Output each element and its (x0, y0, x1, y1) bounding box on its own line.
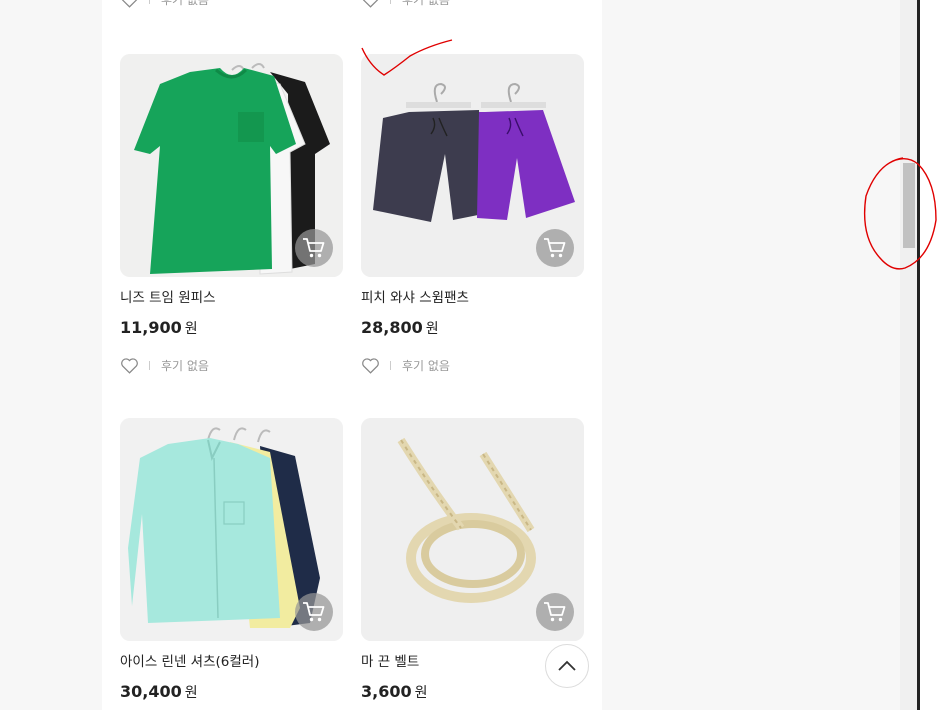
price-amount: 11,900 (120, 318, 182, 337)
currency-label: 원 (414, 685, 428, 701)
divider (149, 360, 150, 370)
product-card[interactable]: 아이스 린넨 셔츠(6컬러) 30,400 원 (120, 418, 343, 703)
cart-icon (544, 238, 566, 258)
scrollbar-track[interactable] (900, 0, 917, 710)
add-to-cart-button[interactable] (536, 229, 574, 267)
product-card[interactable]: 니즈 트임 원피스 11,900 원 후기 없음 (120, 54, 343, 374)
divider (390, 0, 391, 4)
add-to-cart-button[interactable] (295, 593, 333, 631)
product-price: 28,800 원 (361, 318, 584, 339)
product-image-swim-shorts[interactable] (361, 54, 584, 277)
product-name[interactable]: 니즈 트임 원피스 (120, 289, 343, 307)
heart-icon[interactable] (120, 357, 139, 374)
product-price: 30,400 원 (120, 682, 343, 703)
currency-label: 원 (184, 685, 198, 701)
cart-icon (303, 238, 325, 258)
scrollbar-thumb[interactable] (903, 163, 915, 248)
add-to-cart-button[interactable] (536, 593, 574, 631)
scroll-to-top-button[interactable] (545, 644, 589, 688)
divider (390, 360, 391, 370)
product-card[interactable]: 피치 와샤 스윔팬츠 28,800 원 후기 없음 (361, 54, 584, 374)
price-amount: 28,800 (361, 318, 423, 337)
product-image-green-tshirt-dress[interactable] (120, 54, 343, 277)
review-count: 후기 없음 (161, 0, 209, 7)
product-image-linen-shirts[interactable] (120, 418, 343, 641)
cart-icon (303, 602, 325, 622)
review-count: 후기 없음 (402, 0, 450, 7)
product-name[interactable]: 아이스 린넨 셔츠(6컬러) (120, 653, 343, 671)
chevron-up-icon (558, 660, 576, 671)
product-meta: 후기 없음 (120, 356, 343, 374)
product-grid-panel: 후기 없음 후기 없음 니즈 트임 원피스 11,900 원 후기 없음 피치 … (102, 0, 602, 710)
outside-area (920, 0, 937, 710)
product-price: 11,900 원 (120, 318, 343, 339)
cart-icon (544, 602, 566, 622)
heart-icon[interactable] (361, 357, 380, 374)
heart-icon[interactable] (120, 0, 139, 8)
product-price: 3,600 원 (361, 682, 584, 703)
review-count: 후기 없음 (402, 358, 450, 373)
review-count: 후기 없음 (161, 358, 209, 373)
heart-icon[interactable] (361, 0, 380, 8)
product-meta: 후기 없음 (361, 356, 584, 374)
currency-label: 원 (184, 321, 198, 337)
previous-item-meta: 후기 없음 (120, 0, 209, 8)
previous-item-meta: 후기 없음 (361, 0, 450, 8)
product-image-rope-belt[interactable] (361, 418, 584, 641)
price-amount: 30,400 (120, 682, 182, 701)
currency-label: 원 (425, 321, 439, 337)
divider (149, 0, 150, 4)
product-name[interactable]: 피치 와샤 스윔팬츠 (361, 289, 584, 307)
price-amount: 3,600 (361, 682, 412, 701)
add-to-cart-button[interactable] (295, 229, 333, 267)
